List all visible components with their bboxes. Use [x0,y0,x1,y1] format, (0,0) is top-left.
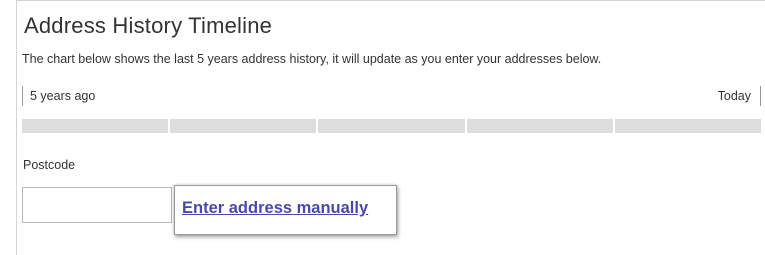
timeline-segment [170,119,317,133]
timeline-segment [466,119,613,133]
timeline-segment [22,119,169,133]
postcode-input[interactable] [22,187,172,223]
timeline-start-label: 5 years ago [22,86,95,106]
section-description: The chart below shows the last 5 years a… [22,52,602,66]
timeline-end-label: Today [718,86,761,106]
timeline-bar [22,119,762,133]
timeline-segment [614,119,762,133]
manual-entry-popup: Enter address manually [174,185,397,235]
postcode-label: Postcode [23,158,76,172]
timeline-segment [318,119,465,133]
enter-address-manually-link[interactable]: Enter address manually [182,199,368,218]
timeline-labels: 5 years ago Today [22,86,761,106]
section-title: Address History Timeline [24,13,273,38]
